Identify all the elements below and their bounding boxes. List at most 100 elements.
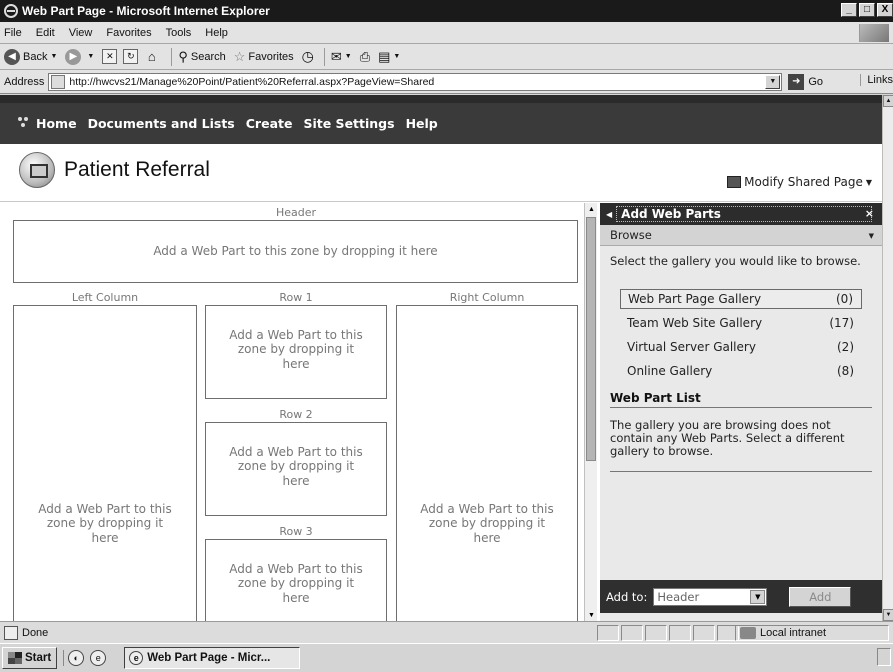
- gallery-count: (2): [837, 340, 854, 354]
- go-button[interactable]: ➜ Go: [788, 73, 824, 90]
- nav-help[interactable]: Help: [406, 116, 438, 131]
- zones-scrollbar[interactable]: ▲ ▼: [584, 203, 597, 621]
- divider: [610, 471, 872, 472]
- security-zone: Local intranet: [735, 625, 889, 641]
- add-web-parts-pane: ◀ Add Web Parts × Browse ▼ Select the ga…: [600, 203, 882, 621]
- security-zone-label: Local intranet: [760, 627, 827, 639]
- zone-left-column[interactable]: Add a Web Part to this zone by dropping …: [13, 305, 197, 621]
- add-to-zone-value: Header: [657, 589, 700, 604]
- window-title: Web Part Page - Microsoft Internet Explo…: [22, 4, 270, 18]
- address-bar: Address http://hwcvs21/Manage%20Point/Pa…: [0, 70, 893, 94]
- edit-button[interactable]: ▤ ▼: [378, 49, 400, 65]
- sharepoint-top-nav: Home Documents and Lists Create Site Set…: [0, 95, 882, 144]
- print-icon[interactable]: ⎙: [360, 49, 370, 65]
- close-icon[interactable]: ×: [865, 207, 874, 220]
- gallery-item[interactable]: Web Part Page Gallery (0): [620, 289, 862, 309]
- menu-view[interactable]: View: [69, 27, 93, 39]
- forward-arrow-icon: ▶: [65, 48, 82, 65]
- toolbar-separator: [171, 47, 173, 66]
- mail-icon: ✉: [330, 48, 342, 64]
- chevron-down-icon: ▼: [50, 53, 58, 60]
- history-icon[interactable]: ◷: [302, 48, 314, 65]
- add-to-footer: Add to: Header ▼ Add: [600, 580, 882, 613]
- gallery-count: (17): [829, 316, 854, 330]
- status-cells: [597, 625, 741, 641]
- address-input[interactable]: http://hwcvs21/Manage%20Point/Patient%20…: [48, 72, 783, 91]
- nav-home[interactable]: Home: [36, 116, 77, 131]
- minimize-button[interactable]: _: [841, 3, 857, 17]
- status-text: Done: [22, 626, 49, 639]
- quick-launch: ◐ e: [63, 649, 112, 666]
- scroll-thumb[interactable]: [586, 217, 596, 461]
- close-window-button[interactable]: X: [877, 3, 893, 17]
- back-button[interactable]: ◀ Back ▼: [4, 48, 58, 65]
- menu-tools[interactable]: Tools: [166, 27, 192, 39]
- scroll-up-icon[interactable]: ▲: [585, 203, 598, 215]
- zone-row-1[interactable]: Add a Web Part to this zone by dropping …: [205, 305, 387, 399]
- zone-row-3[interactable]: Add a Web Part to this zone by dropping …: [205, 539, 387, 621]
- pane-back-icon[interactable]: ◀: [606, 210, 612, 219]
- scroll-down-icon[interactable]: ▼: [585, 609, 598, 621]
- pane-title: Add Web Parts: [616, 206, 872, 222]
- zone-text-line2: zone by dropping it: [237, 576, 355, 591]
- go-label: Go: [808, 75, 824, 88]
- desktop-icon[interactable]: ◐: [68, 649, 85, 666]
- taskbar-item-ie[interactable]: e Web Part Page - Micr...: [124, 646, 301, 669]
- gallery-item[interactable]: Online Gallery (8): [620, 361, 862, 381]
- zone-header[interactable]: Add a Web Part to this zone by dropping …: [13, 220, 578, 283]
- links-button[interactable]: Links: [860, 74, 893, 86]
- start-button[interactable]: Start: [2, 646, 58, 669]
- menu-favorites[interactable]: Favorites: [106, 27, 151, 39]
- standard-toolbar: ◀ Back ▼ ▶ ▼ ✕ ↻ ⌂ ⚲ Search ☆ Favorites …: [0, 44, 893, 70]
- nav-site-settings[interactable]: Site Settings: [303, 116, 394, 131]
- star-icon: ☆: [233, 48, 246, 64]
- menu-help[interactable]: Help: [205, 27, 228, 39]
- taskbar-item-label: Web Part Page - Micr...: [147, 651, 271, 664]
- page-done-icon: [4, 625, 18, 640]
- zone-right-column[interactable]: Add a Web Part to this zone by dropping …: [396, 305, 578, 621]
- gallery-name: Online Gallery: [627, 364, 713, 378]
- nav-documents-and-lists[interactable]: Documents and Lists: [88, 116, 235, 131]
- chevron-down-icon: ▼: [344, 53, 352, 60]
- page-scrollbar[interactable]: ▲ ▼: [882, 95, 893, 621]
- modify-label: Modify Shared Page: [744, 175, 863, 189]
- scroll-up-icon[interactable]: ▲: [883, 95, 893, 107]
- add-to-label: Add to:: [606, 589, 648, 604]
- browse-menu[interactable]: Browse ▼: [600, 225, 882, 246]
- status-cell: [693, 625, 715, 641]
- zone-text-line1: Add a Web Part to this: [420, 502, 554, 516]
- refresh-icon[interactable]: ↻: [123, 49, 139, 64]
- favorites-button[interactable]: ☆ Favorites: [234, 49, 294, 65]
- address-dropdown-icon[interactable]: ▼: [765, 74, 781, 89]
- gallery-name: Web Part Page Gallery: [628, 292, 762, 306]
- browse-label: Browse: [610, 228, 652, 242]
- edit-icon: ▤: [378, 48, 391, 64]
- search-button[interactable]: ⚲ Search: [178, 49, 225, 65]
- gallery-item[interactable]: Virtual Server Gallery (2): [620, 337, 862, 357]
- menu-edit[interactable]: Edit: [36, 27, 55, 39]
- sharepoint-logo-icon: [16, 116, 30, 131]
- scroll-down-icon[interactable]: ▼: [883, 609, 893, 621]
- nav-create[interactable]: Create: [246, 116, 293, 131]
- menu-bar: File Edit View Favorites Tools Help: [0, 22, 893, 44]
- menu-file[interactable]: File: [4, 27, 22, 39]
- search-icon: ⚲: [178, 48, 188, 64]
- zone-row-2[interactable]: Add a Web Part to this zone by dropping …: [205, 422, 387, 516]
- select-gallery-instructions: Select the gallery you would like to bro…: [610, 254, 861, 268]
- home-icon[interactable]: ⌂: [144, 49, 159, 64]
- modify-shared-page-menu[interactable]: Modify Shared Page ▼: [727, 175, 872, 189]
- stop-icon[interactable]: ✕: [102, 49, 118, 64]
- mail-button[interactable]: ✉ ▼: [331, 49, 352, 65]
- add-button[interactable]: Add: [789, 586, 852, 607]
- forward-button[interactable]: ▶ ▼: [65, 48, 94, 65]
- modify-page-icon: [727, 176, 742, 188]
- add-to-zone-select[interactable]: Header ▼: [653, 587, 768, 606]
- back-arrow-icon: ◀: [4, 48, 20, 65]
- system-tray[interactable]: [877, 648, 891, 666]
- maximize-button[interactable]: □: [859, 3, 875, 17]
- window-title-bar: Web Part Page - Microsoft Internet Explo…: [0, 0, 893, 22]
- ie-quicklaunch-icon[interactable]: e: [90, 649, 107, 666]
- gallery-item[interactable]: Team Web Site Gallery (17): [620, 313, 862, 333]
- gallery-count: (8): [837, 364, 854, 378]
- gallery-name: Virtual Server Gallery: [627, 340, 756, 354]
